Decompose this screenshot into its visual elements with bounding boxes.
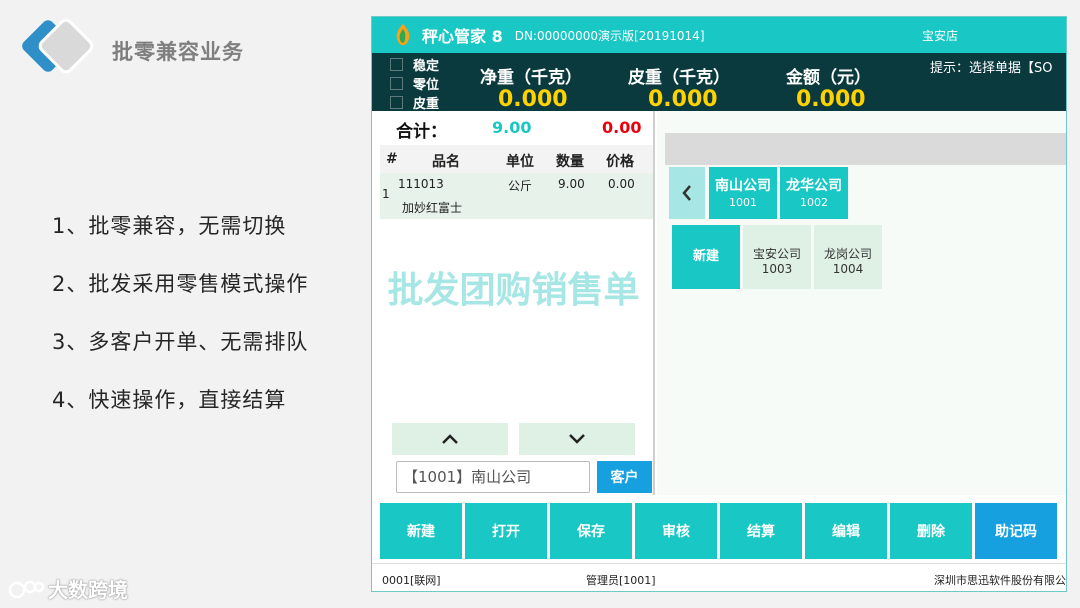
checkbox-zero[interactable]: 零位 <box>390 74 439 93</box>
customer-button[interactable]: 客户 <box>597 461 652 493</box>
customer-tile[interactable]: 宝安公司 1003 <box>743 225 811 289</box>
toolbar-checkout-button[interactable]: 结算 <box>720 503 802 559</box>
bullet-item: 1、批零兼容，无需切换 <box>52 214 287 238</box>
customer-tile-name: 宝安公司 <box>752 247 801 261</box>
table-header: # 品名 单位 数量 价格 <box>380 145 653 173</box>
customer-tab[interactable]: 龙华公司 1002 <box>780 167 848 219</box>
amount-label: 金额（元） <box>786 68 871 88</box>
app-version: DN:00000000演示版[20191014] <box>514 28 705 43</box>
checkbox-box[interactable] <box>390 77 403 90</box>
toolbar-new-button[interactable]: 新建 <box>380 503 462 559</box>
customer-input[interactable]: 【1001】南山公司 <box>396 461 590 493</box>
watermark-logo-icon <box>8 580 44 598</box>
logo-diamond-icon <box>22 18 94 74</box>
total-qty: 9.00 <box>492 118 532 137</box>
net-weight-label: 净重（千克） <box>480 68 582 88</box>
status-terminal: 0001[联网] <box>382 574 441 587</box>
row-unit: 公斤 <box>508 179 533 193</box>
customer-tab-code: 1001 <box>729 196 757 209</box>
total-label: 合计： <box>396 122 447 142</box>
status-company: 深圳市思迅软件股份有限公 <box>934 574 1066 587</box>
row-price: 0.00 <box>608 177 635 191</box>
checkbox-label: 皮重 <box>413 97 440 112</box>
customer-tab-code: 1002 <box>800 196 828 209</box>
customer-panel-header <box>665 133 1066 165</box>
status-bar: 0001[联网] 管理员[1001] 深圳市思迅软件股份有限公 <box>372 563 1066 591</box>
toolbar-open-button[interactable]: 打开 <box>465 503 547 559</box>
checkbox-label: 稳定 <box>413 59 440 74</box>
back-button[interactable] <box>669 167 705 219</box>
scroll-down-button[interactable] <box>519 423 635 455</box>
checkbox-tare[interactable]: 皮重 <box>390 93 439 112</box>
hint-text: 提示：选择单据【SO <box>930 61 1053 76</box>
customer-tile-code: 1003 <box>761 262 793 276</box>
store-name: 宝安店 <box>922 28 959 43</box>
bullet-item: 4、快速操作，直接结算 <box>52 388 287 412</box>
toolbar-mnemonic-button[interactable]: 助记码 <box>975 503 1057 559</box>
weigh-bar: 稳定 零位 皮重 净重（千克） 0.000 皮重（千克） 0.000 金额（元）… <box>372 53 1066 112</box>
app-name: 秤心管家 8 <box>422 27 503 46</box>
checkbox-box[interactable] <box>390 96 403 109</box>
new-customer-button[interactable]: 新建 <box>672 225 740 289</box>
customer-tab-name: 南山公司 <box>715 178 771 194</box>
customer-tile-name: 龙岗公司 <box>823 247 872 261</box>
col-name: 品名 <box>432 154 460 170</box>
chevron-down-icon <box>569 434 585 444</box>
col-price: 价格 <box>606 154 634 170</box>
checkbox-stable[interactable]: 稳定 <box>390 55 439 74</box>
customer-tab-name: 龙华公司 <box>786 178 842 194</box>
app-window: 秤心管家 8 DN:00000000演示版[20191014] 宝安店 稳定 零… <box>371 16 1067 592</box>
table-row[interactable]: 1 111013 加妙红富士 公斤 9.00 0.00 <box>380 173 653 219</box>
toolbar-delete-button[interactable]: 删除 <box>890 503 972 559</box>
app-logo-icon <box>396 24 410 46</box>
status-operator: 管理员[1001] <box>586 574 656 587</box>
tare-label: 皮重（千克） <box>628 68 730 88</box>
toolbar-edit-button[interactable]: 编辑 <box>805 503 887 559</box>
order-type-watermark: 批发团购销售单 <box>387 270 640 311</box>
row-qty: 9.00 <box>558 177 585 191</box>
bullet-list: 1、批零兼容，无需切换 2、批发采用零售模式操作 3、多客户开单、无需排队 4、… <box>52 210 308 442</box>
bottom-toolbar: 新建 打开 保存 审核 结算 编辑 删除 助记码 <box>380 503 1066 561</box>
chevron-left-icon <box>682 185 691 201</box>
net-weight-value: 0.000 <box>498 87 568 112</box>
row-code: 111013 <box>398 177 444 191</box>
watermark-text: 大数跨境 <box>48 578 128 602</box>
col-index: # <box>386 151 398 167</box>
customer-tab[interactable]: 南山公司 1001 <box>709 167 777 219</box>
bullet-item: 3、多客户开单、无需排队 <box>52 330 309 354</box>
col-unit: 单位 <box>506 154 534 170</box>
slide-title: 批零兼容业务 <box>112 40 244 64</box>
toolbar-save-button[interactable]: 保存 <box>550 503 632 559</box>
customer-panel: 南山公司 1001 龙华公司 1002 新建 宝安公司 1003 龙岗公司 10… <box>657 111 1066 495</box>
row-name: 加妙红富士 <box>402 201 463 215</box>
scroll-up-button[interactable] <box>392 423 508 455</box>
title-bar: 秤心管家 8 DN:00000000演示版[20191014] 宝安店 <box>372 17 1066 53</box>
bullet-item: 2、批发采用零售模式操作 <box>52 272 309 296</box>
total-row: 合计： 9.00 0.00 <box>372 111 653 143</box>
customer-tile[interactable]: 龙岗公司 1004 <box>814 225 882 289</box>
col-qty: 数量 <box>556 154 584 170</box>
toolbar-review-button[interactable]: 审核 <box>635 503 717 559</box>
checkbox-box[interactable] <box>390 58 403 71</box>
order-panel: 合计： 9.00 0.00 # 品名 单位 数量 价格 1 111013 加妙红… <box>372 111 655 495</box>
checkbox-label: 零位 <box>413 78 440 93</box>
chevron-up-icon <box>442 434 458 444</box>
row-index: 1 <box>382 187 390 201</box>
watermark: 大数跨境 <box>8 574 128 603</box>
total-amount: 0.00 <box>602 118 642 137</box>
customer-tile-code: 1004 <box>832 262 864 276</box>
tare-value: 0.000 <box>648 87 718 112</box>
amount-value: 0.000 <box>796 87 866 112</box>
